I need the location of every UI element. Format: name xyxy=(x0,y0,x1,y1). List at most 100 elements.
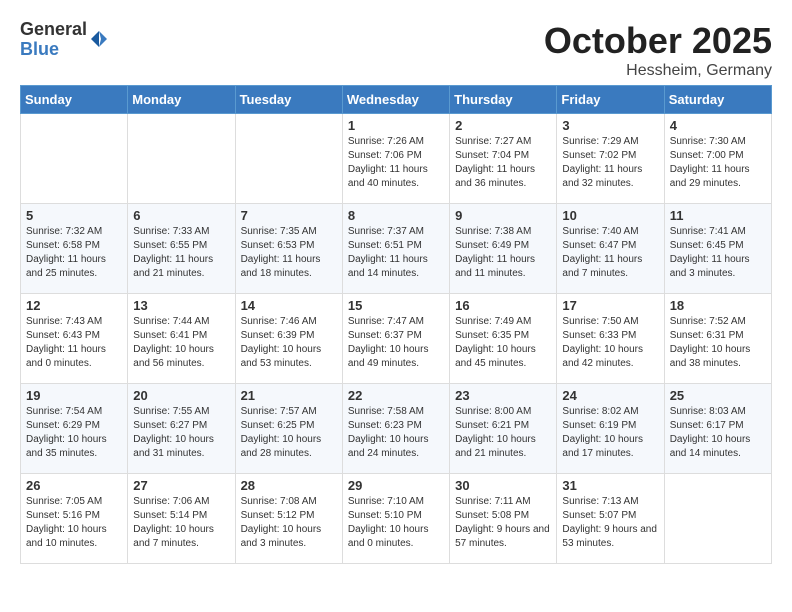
day-info: Sunrise: 8:03 AMSunset: 6:17 PMDaylight:… xyxy=(670,405,766,461)
calendar-cell xyxy=(235,114,342,204)
day-info: Sunrise: 7:35 AMSunset: 6:53 PMDaylight:… xyxy=(241,225,337,281)
calendar-cell: 15Sunrise: 7:47 AMSunset: 6:37 PMDayligh… xyxy=(342,294,449,384)
day-number: 21 xyxy=(241,388,337,403)
day-info: Sunrise: 7:13 AMSunset: 5:07 PMDaylight:… xyxy=(562,495,658,551)
day-number: 2 xyxy=(455,118,551,133)
calendar-cell: 7 Sunrise: 7:35 AMSunset: 6:53 PMDaylight… xyxy=(235,204,342,294)
calendar-cell: 8 Sunrise: 7:37 AMSunset: 6:51 PMDaylight… xyxy=(342,204,449,294)
calendar-cell: 21Sunrise: 7:57 AMSunset: 6:25 PMDayligh… xyxy=(235,384,342,474)
day-info: Sunrise: 8:00 AMSunset: 6:21 PMDaylight:… xyxy=(455,405,551,461)
day-info: Sunrise: 7:44 AMSunset: 6:41 PMDaylight:… xyxy=(133,315,229,371)
logo-blue: Blue xyxy=(20,40,87,60)
day-of-week-header: Wednesday xyxy=(342,86,449,114)
day-number: 25 xyxy=(670,388,766,403)
day-number: 13 xyxy=(133,298,229,313)
day-of-week-header: Sunday xyxy=(21,86,128,114)
calendar-cell: 24 Sunrise: 8:02 AMSunset: 6:19 PMDayligh… xyxy=(557,384,664,474)
day-info: Sunrise: 7:29 AMSunset: 7:02 PMDaylight:… xyxy=(562,135,658,191)
calendar-cell: 30 Sunrise: 7:11 AMSunset: 5:08 PMDayligh… xyxy=(450,474,557,564)
day-number: 4 xyxy=(670,118,766,133)
day-number: 8 xyxy=(348,208,444,223)
calendar-cell: 3 Sunrise: 7:29 AMSunset: 7:02 PMDaylight… xyxy=(557,114,664,204)
calendar-cell: 25 Sunrise: 8:03 AMSunset: 6:17 PMDayligh… xyxy=(664,384,771,474)
logo-icon xyxy=(89,29,109,49)
calendar-cell: 22 Sunrise: 7:58 AMSunset: 6:23 PMDayligh… xyxy=(342,384,449,474)
day-info: Sunrise: 7:55 AMSunset: 6:27 PMDaylight:… xyxy=(133,405,229,461)
calendar-cell xyxy=(664,474,771,564)
day-of-week-header: Monday xyxy=(128,86,235,114)
day-number: 3 xyxy=(562,118,658,133)
day-number: 20 xyxy=(133,388,229,403)
day-number: 14 xyxy=(241,298,337,313)
calendar-cell: 28 Sunrise: 7:08 AMSunset: 5:12 PMDayligh… xyxy=(235,474,342,564)
day-info: Sunrise: 7:11 AMSunset: 5:08 PMDaylight:… xyxy=(455,495,551,551)
day-number: 22 xyxy=(348,388,444,403)
calendar-cell: 9 Sunrise: 7:38 AMSunset: 6:49 PMDaylight… xyxy=(450,204,557,294)
day-number: 23 xyxy=(455,388,551,403)
day-info: Sunrise: 7:05 AMSunset: 5:16 PMDaylight:… xyxy=(26,495,122,551)
calendar-cell: 2 Sunrise: 7:27 AMSunset: 7:04 PMDaylight… xyxy=(450,114,557,204)
day-number: 10 xyxy=(562,208,658,223)
page-header: General Blue October 2025 Hessheim, Germ… xyxy=(10,10,782,85)
day-info: Sunrise: 7:43 AMSunset: 6:43 PMDaylight:… xyxy=(26,315,122,371)
logo-text: General Blue xyxy=(20,20,87,60)
day-info: Sunrise: 7:49 AMSunset: 6:35 PMDaylight:… xyxy=(455,315,551,371)
calendar-cell: 12 Sunrise: 7:43 AMSunset: 6:43 PMDayligh… xyxy=(21,294,128,384)
calendar-cell: 14 Sunrise: 7:46 AMSunset: 6:39 PMDayligh… xyxy=(235,294,342,384)
day-of-week-header: Tuesday xyxy=(235,86,342,114)
location: Hessheim, Germany xyxy=(544,62,772,80)
calendar-cell: 26Sunrise: 7:05 AMSunset: 5:16 PMDayligh… xyxy=(21,474,128,564)
day-info: Sunrise: 7:08 AMSunset: 5:12 PMDaylight:… xyxy=(241,495,337,551)
day-info: Sunrise: 7:32 AMSunset: 6:58 PMDaylight:… xyxy=(26,225,122,281)
day-number: 9 xyxy=(455,208,551,223)
day-of-week-header: Thursday xyxy=(450,86,557,114)
day-number: 11 xyxy=(670,208,766,223)
day-number: 7 xyxy=(241,208,337,223)
day-number: 30 xyxy=(455,478,551,493)
calendar-cell: 23 Sunrise: 8:00 AMSunset: 6:21 PMDayligh… xyxy=(450,384,557,474)
day-info: Sunrise: 7:54 AMSunset: 6:29 PMDaylight:… xyxy=(26,405,122,461)
day-info: Sunrise: 7:58 AMSunset: 6:23 PMDaylight:… xyxy=(348,405,444,461)
day-of-week-header: Saturday xyxy=(664,86,771,114)
calendar-cell: 19 Sunrise: 7:54 AMSunset: 6:29 PMDayligh… xyxy=(21,384,128,474)
day-info: Sunrise: 7:30 AMSunset: 7:00 PMDaylight:… xyxy=(670,135,766,191)
day-number: 1 xyxy=(348,118,444,133)
calendar-cell: 6 Sunrise: 7:33 AMSunset: 6:55 PMDaylight… xyxy=(128,204,235,294)
day-number: 16 xyxy=(455,298,551,313)
calendar-cell: 17 Sunrise: 7:50 AMSunset: 6:33 PMDayligh… xyxy=(557,294,664,384)
day-info: Sunrise: 7:37 AMSunset: 6:51 PMDaylight:… xyxy=(348,225,444,281)
day-info: Sunrise: 7:27 AMSunset: 7:04 PMDaylight:… xyxy=(455,135,551,191)
calendar-cell: 13 Sunrise: 7:44 AMSunset: 6:41 PMDayligh… xyxy=(128,294,235,384)
day-info: Sunrise: 7:26 AMSunset: 7:06 PMDaylight:… xyxy=(348,135,444,191)
day-info: Sunrise: 8:02 AMSunset: 6:19 PMDaylight:… xyxy=(562,405,658,461)
day-info: Sunrise: 7:46 AMSunset: 6:39 PMDaylight:… xyxy=(241,315,337,371)
day-number: 19 xyxy=(26,388,122,403)
title-block: October 2025 Hessheim, Germany xyxy=(544,20,772,80)
day-number: 17 xyxy=(562,298,658,313)
day-info: Sunrise: 7:38 AMSunset: 6:49 PMDaylight:… xyxy=(455,225,551,281)
calendar-cell: 18 Sunrise: 7:52 AMSunset: 6:31 PMDayligh… xyxy=(664,294,771,384)
calendar-cell xyxy=(128,114,235,204)
day-info: Sunrise: 7:41 AMSunset: 6:45 PMDaylight:… xyxy=(670,225,766,281)
day-info: Sunrise: 7:33 AMSunset: 6:55 PMDaylight:… xyxy=(133,225,229,281)
calendar-cell xyxy=(21,114,128,204)
day-info: Sunrise: 7:10 AMSunset: 5:10 PMDaylight:… xyxy=(348,495,444,551)
day-info: Sunrise: 7:50 AMSunset: 6:33 PMDaylight:… xyxy=(562,315,658,371)
calendar-cell: 31Sunrise: 7:13 AMSunset: 5:07 PMDayligh… xyxy=(557,474,664,564)
calendar-cell: 29 Sunrise: 7:10 AMSunset: 5:10 PMDayligh… xyxy=(342,474,449,564)
day-number: 12 xyxy=(26,298,122,313)
day-number: 29 xyxy=(348,478,444,493)
day-info: Sunrise: 7:52 AMSunset: 6:31 PMDaylight:… xyxy=(670,315,766,371)
calendar-cell: 1 Sunrise: 7:26 AMSunset: 7:06 PMDaylight… xyxy=(342,114,449,204)
day-number: 28 xyxy=(241,478,337,493)
day-number: 5 xyxy=(26,208,122,223)
calendar-cell: 4 Sunrise: 7:30 AMSunset: 7:00 PMDaylight… xyxy=(664,114,771,204)
day-number: 15 xyxy=(348,298,444,313)
day-number: 24 xyxy=(562,388,658,403)
day-number: 18 xyxy=(670,298,766,313)
day-number: 6 xyxy=(133,208,229,223)
calendar-table: SundayMondayTuesdayWednesdayThursdayFrid… xyxy=(20,85,772,564)
day-number: 27 xyxy=(133,478,229,493)
calendar-cell: 5 Sunrise: 7:32 AMSunset: 6:58 PMDaylight… xyxy=(21,204,128,294)
calendar-cell: 27Sunrise: 7:06 AMSunset: 5:14 PMDayligh… xyxy=(128,474,235,564)
